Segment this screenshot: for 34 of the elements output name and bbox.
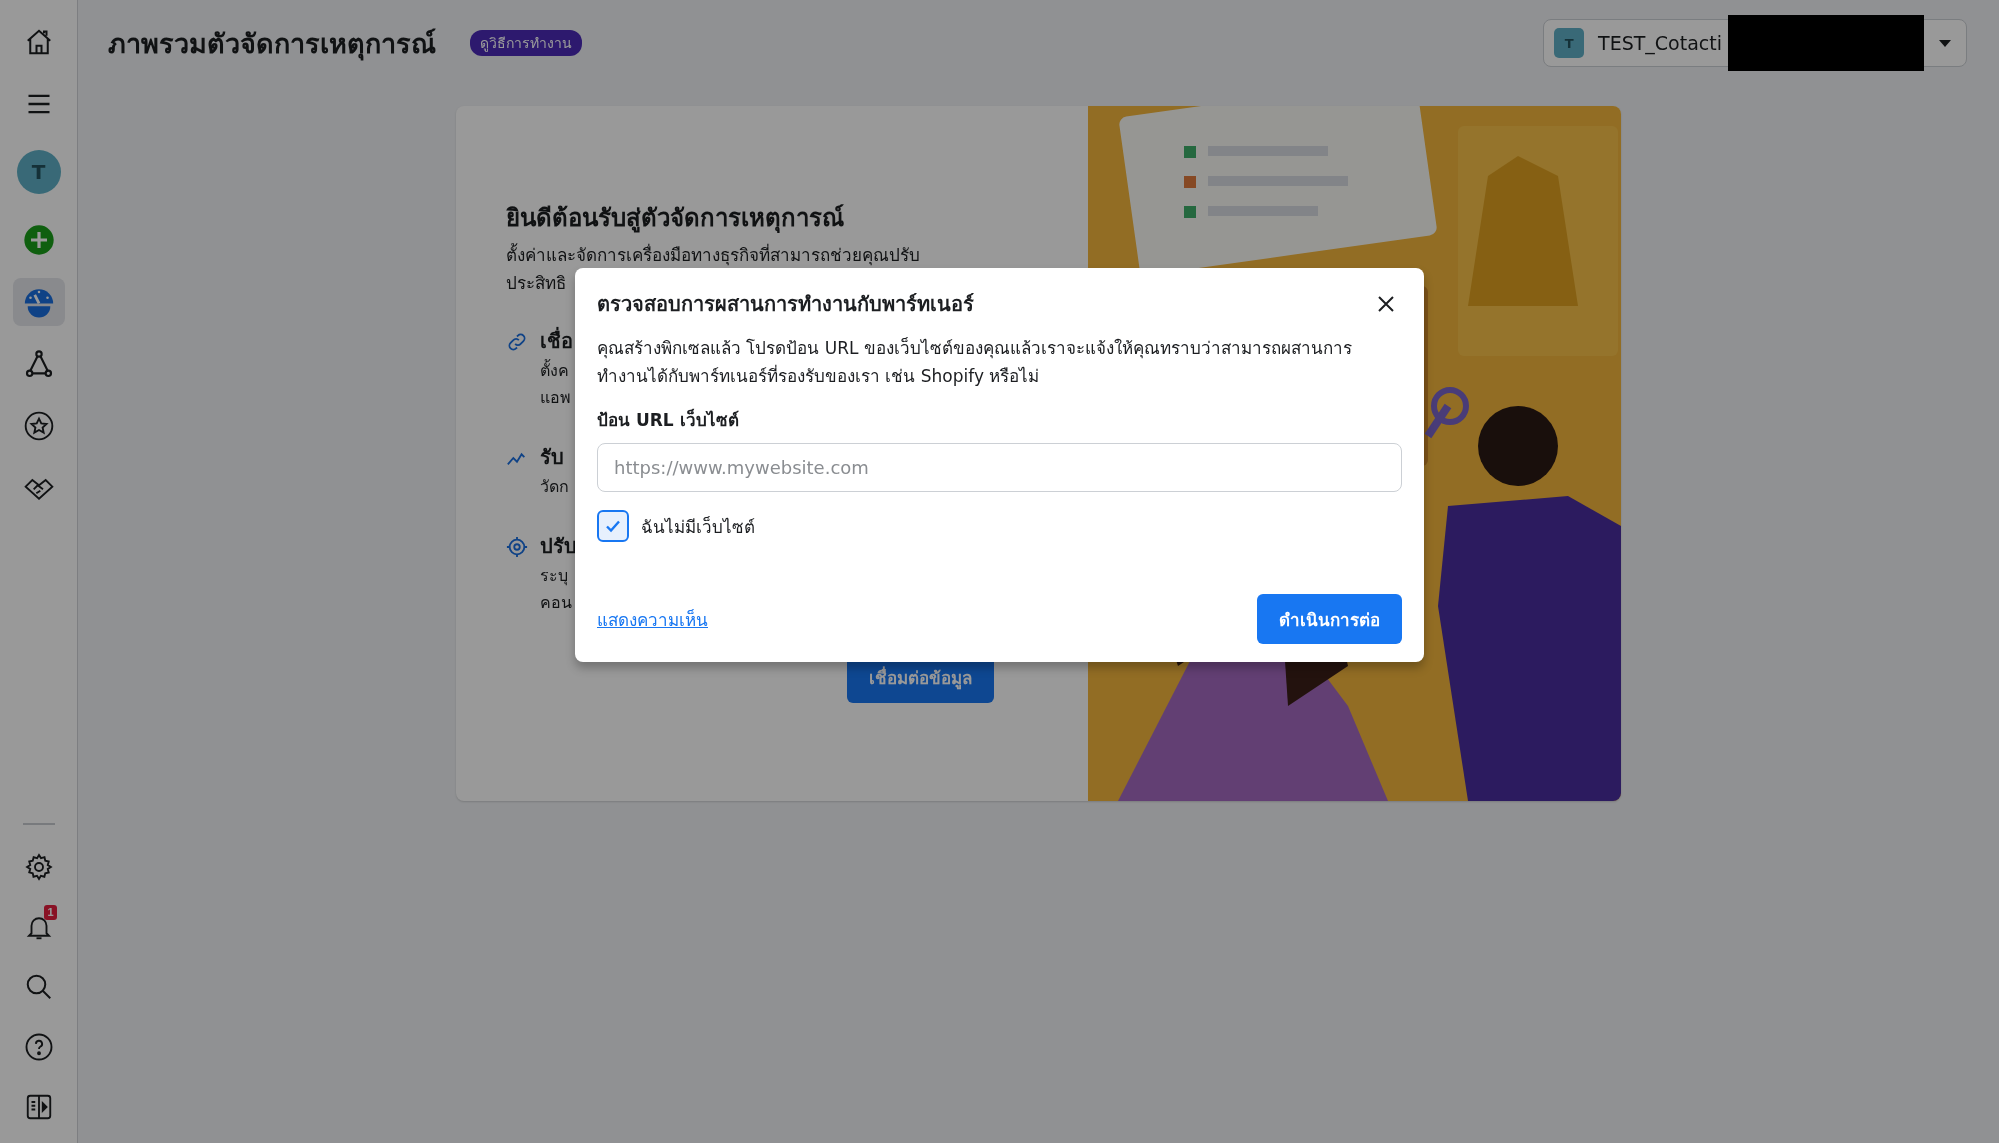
- checkbox-label: ฉันไม่มีเว็บไซต์: [641, 515, 755, 539]
- feature-description: คอน: [540, 592, 573, 614]
- link-icon: [506, 331, 528, 353]
- welcome-description: ตั้งค่าและจัดการเครื่องมือทางธุรกิจที่สามารถช่วยคุณปรับ: [506, 242, 920, 268]
- field-label: ป้อน URL เว็บไซต์: [597, 408, 739, 432]
- feature-title: รับ: [540, 444, 565, 471]
- caret-icon: [1938, 38, 1952, 48]
- continue-button[interactable]: ดำเนินการต่อ: [1257, 594, 1402, 644]
- feature-description: ตั้งค: [540, 358, 570, 382]
- target-icon: [506, 536, 528, 558]
- dialog-title: ตรวจสอบการผสานการทำงานกับพาร์ทเนอร์: [597, 291, 974, 318]
- account-name: TEST_Cotacti: [1598, 32, 1722, 54]
- checkbox[interactable]: [597, 510, 629, 542]
- url-input-field[interactable]: https://www.mywebsite.com: [597, 443, 1402, 492]
- close-icon: [1376, 294, 1396, 314]
- page-title: ภาพรวมตัวจัดการเหตุการณ์: [108, 26, 436, 63]
- feedback-link[interactable]: แสดงความเห็น: [597, 605, 708, 633]
- feature-description: แอพ: [540, 387, 572, 409]
- welcome-description: ประสิทธิ: [506, 272, 566, 295]
- plus-icon: [22, 224, 55, 256]
- star-circle-icon: [22, 410, 55, 442]
- dialog-description: คุณสร้างพิกเซลแล้ว โปรดป้อน URL ของเว็บไซต์ของคุณแล้วเราจะแจ้งให้คุณทราบว่าสามารถผสานการทำงานได้กับพาร์ทเนอร์ที่รองรับของเรา เช่น Shopify หรือไม่: [597, 336, 1353, 388]
- account-initial: T: [1554, 28, 1585, 58]
- sidebar-gauge-button[interactable]: [12, 278, 65, 326]
- feature-description: วัดก: [540, 476, 569, 498]
- help-icon: [23, 1032, 54, 1062]
- settings-icon: [23, 852, 54, 882]
- welcome-title: ยินดีต้อนรับสู่ตัวจัดการเหตุการณ์: [506, 203, 845, 235]
- feature-description: ระบุ: [540, 565, 569, 588]
- account-avatar[interactable]: T: [16, 150, 61, 194]
- notification-badge: 1: [44, 905, 57, 920]
- feature-title: เชื่อ: [540, 326, 573, 355]
- sidebar-bell-button[interactable]: 1: [12, 903, 65, 951]
- how-it-works-badge[interactable]: ดูวิธีการทำงาน: [470, 30, 582, 56]
